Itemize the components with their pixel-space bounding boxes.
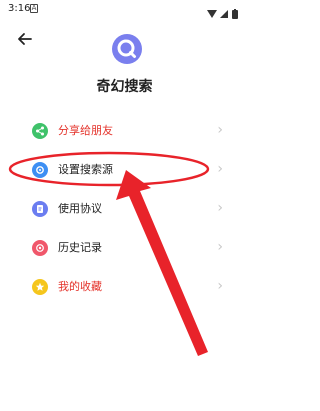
share-icon xyxy=(32,123,48,139)
app-title: 奇幻搜索 xyxy=(96,79,153,95)
star-icon xyxy=(32,279,48,295)
menu-label-history: 历史记录 xyxy=(58,241,102,254)
menu-label-favorites: 我的收藏 xyxy=(58,280,102,293)
chevron-right-icon: › xyxy=(217,200,223,216)
menu-label-share: 分享给朋友 xyxy=(58,124,113,137)
settings-icon xyxy=(32,162,48,178)
menu-item-history[interactable]: 历史记录 › xyxy=(0,229,249,265)
menu-item-agreement[interactable]: 使用协议 › xyxy=(0,190,249,226)
back-arrow-icon xyxy=(18,33,32,45)
chevron-right-icon: › xyxy=(217,161,223,177)
wifi-signal-battery-icon xyxy=(207,9,238,19)
menu-label-agreement: 使用协议 xyxy=(58,202,102,215)
status-bar: 3:16 A xyxy=(0,0,249,20)
notification-icon: A xyxy=(30,4,38,13)
search-logo-icon xyxy=(117,39,136,58)
back-button[interactable] xyxy=(14,28,36,50)
status-time: 3:16 xyxy=(8,3,31,14)
app-logo xyxy=(112,34,142,64)
menu-item-share[interactable]: 分享给朋友 › xyxy=(0,112,249,148)
chevron-right-icon: › xyxy=(217,239,223,255)
chevron-right-icon: › xyxy=(217,278,223,294)
menu-item-search-source[interactable]: 设置搜索源 › xyxy=(0,151,249,187)
menu-item-favorites[interactable]: 我的收藏 › xyxy=(0,268,249,304)
history-icon xyxy=(32,240,48,256)
chevron-right-icon: › xyxy=(217,122,223,138)
menu-label-search-source: 设置搜索源 xyxy=(58,163,113,176)
document-icon xyxy=(32,201,48,217)
status-icons xyxy=(207,4,241,23)
